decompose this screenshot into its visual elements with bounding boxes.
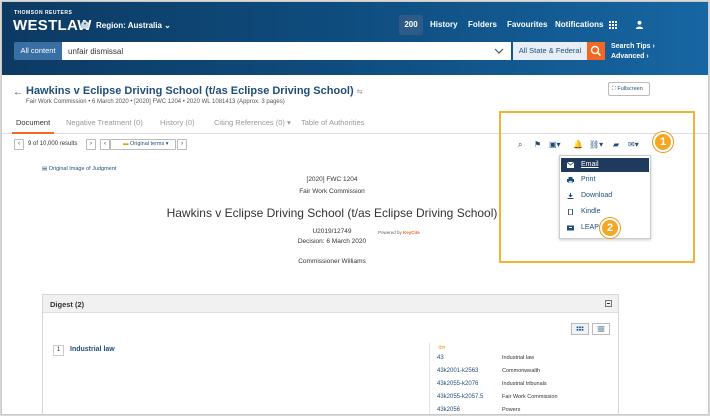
tablet-icon	[568, 209, 573, 215]
tab-document[interactable]: Document	[16, 118, 50, 127]
next-result-button[interactable]: ›	[86, 139, 96, 150]
fullscreen-button[interactable]: ⛶ Fullscreen	[608, 82, 650, 96]
key-number-link[interactable]: 43k2055-k2076	[437, 381, 478, 387]
step-badge-1: 1	[653, 132, 673, 152]
previous-term-button[interactable]: ‹	[100, 139, 110, 150]
tab-citing-references[interactable]: Citing References (0) ▾	[214, 118, 291, 127]
digest-divider	[429, 343, 430, 414]
key-number-desc: Industrial law	[502, 355, 535, 361]
key-number-desc: Industrial tribunals	[502, 381, 547, 387]
expand-icon: ⛶	[612, 86, 616, 92]
menu-item-print[interactable]: Print	[561, 173, 649, 187]
caret-down-icon: ▾	[284, 118, 291, 127]
key-number-link[interactable]: 43k2056	[437, 407, 460, 413]
next-term-button[interactable]: ›	[177, 139, 187, 150]
header: THOMSON REUTERS WESTLAW • Region: Austra…	[2, 2, 708, 75]
commissioner: Commissioner Williams	[298, 258, 366, 265]
region-label: Region: Australia	[96, 21, 162, 30]
list-icon	[597, 326, 605, 332]
list-view-button[interactable]	[592, 323, 610, 335]
original-image-link[interactable]: ▤ Original Image of Judgment	[42, 166, 116, 172]
chevron-down-icon: ⌄	[164, 21, 171, 30]
brand-dot-icon: •	[81, 21, 89, 29]
citation: [2020] FWC 1204	[306, 176, 358, 183]
tab-history[interactable]: History (0)	[160, 118, 195, 127]
menu-item-email[interactable]: Email	[561, 158, 649, 172]
link-icon[interactable]: ⇆	[357, 89, 363, 96]
fullscreen-label: Fullscreen	[617, 86, 643, 92]
search-tips-link[interactable]: Search Tips ›	[611, 42, 655, 52]
step-badge-2: 2	[600, 218, 620, 238]
highlighter-icon: ▬	[123, 141, 129, 147]
collapse-icon[interactable]	[605, 300, 612, 307]
key-number-desc: Powers	[502, 407, 521, 413]
key-number-link[interactable]: 43k2001-k2563	[437, 368, 478, 374]
back-arrow-icon[interactable]: ←	[13, 87, 23, 98]
tab-negative-treatment[interactable]: Negative Treatment (0)	[66, 118, 143, 127]
document-title: Hawkins v Eclipse Driving School (t/as E…	[26, 85, 363, 97]
envelope-icon	[567, 162, 574, 168]
user-icon[interactable]	[635, 20, 644, 29]
advanced-search-link[interactable]: Advanced ›	[611, 52, 655, 62]
digest-header: Digest (2)	[43, 295, 618, 313]
digest-item-label[interactable]: Industrial law	[70, 346, 115, 353]
leap-icon	[567, 225, 574, 231]
tab-table-of-authorities[interactable]: Table of Authorities	[301, 118, 364, 127]
nav-folders[interactable]: Folders	[468, 15, 497, 35]
back-arrow-icon[interactable]: ⇦	[438, 342, 446, 353]
scope-dropdown[interactable]: All content	[14, 42, 62, 60]
key-number-link[interactable]: 43k2055-k2057.5	[437, 394, 483, 400]
nav-favourites[interactable]: Favourites	[507, 15, 547, 35]
region-selector[interactable]: Region: Australia ⌄	[96, 21, 171, 30]
document-meta: Fair Work Commission • 6 March 2020 • [2…	[26, 99, 285, 105]
image-icon: ▤	[42, 166, 48, 172]
apps-grid-icon[interactable]	[609, 21, 617, 29]
download-icon	[567, 193, 574, 199]
printer-icon	[567, 177, 574, 183]
menu-item-kindle[interactable]: Kindle	[561, 205, 649, 219]
original-terms-dropdown[interactable]: ▬ Original terms ▾	[123, 141, 169, 147]
nav-history[interactable]: History	[430, 15, 458, 35]
app-frame: THOMSON REUTERS WESTLAW • Region: Austra…	[1, 1, 709, 415]
decision-date: Decision: 6 March 2020	[297, 238, 367, 245]
court-name: Fair Work Commission	[299, 188, 365, 195]
active-tab-indicator	[12, 132, 54, 134]
brand-logo[interactable]: WESTLAW	[13, 17, 92, 34]
previous-result-button[interactable]: ‹	[14, 139, 24, 150]
search-help-links: Search Tips › Advanced ›	[611, 42, 655, 62]
nav-notifications[interactable]: Notifications	[555, 15, 603, 35]
digest-title: Digest (2)	[50, 300, 85, 309]
chevron-down-icon[interactable]	[494, 47, 504, 55]
search-icon	[590, 45, 602, 57]
digest-item-number: 1	[53, 345, 64, 356]
results-position: 9 of 10,000 results	[28, 141, 78, 147]
search-button[interactable]	[587, 42, 605, 60]
key-number-link[interactable]: 43	[437, 355, 444, 361]
digest-panel: Digest (2) 1 Industrial law ⇦ 43 Industr…	[42, 294, 619, 414]
grid-icon	[576, 326, 584, 331]
key-number-desc: Fair Work Commission	[502, 394, 558, 400]
case-title: Hawkins v Eclipse Driving School (t/as E…	[166, 206, 498, 220]
menu-item-download[interactable]: Download	[561, 189, 649, 203]
search-input[interactable]	[62, 42, 511, 60]
jurisdiction-selector[interactable]: All State & Federal	[513, 42, 587, 60]
brand-tagline: THOMSON REUTERS	[14, 10, 73, 16]
key-number-desc: Commonwealth	[502, 368, 541, 374]
grid-view-button[interactable]	[571, 323, 589, 335]
matter-number: U2019/12749	[312, 228, 352, 235]
nav-count-badge[interactable]: 200	[399, 15, 423, 35]
